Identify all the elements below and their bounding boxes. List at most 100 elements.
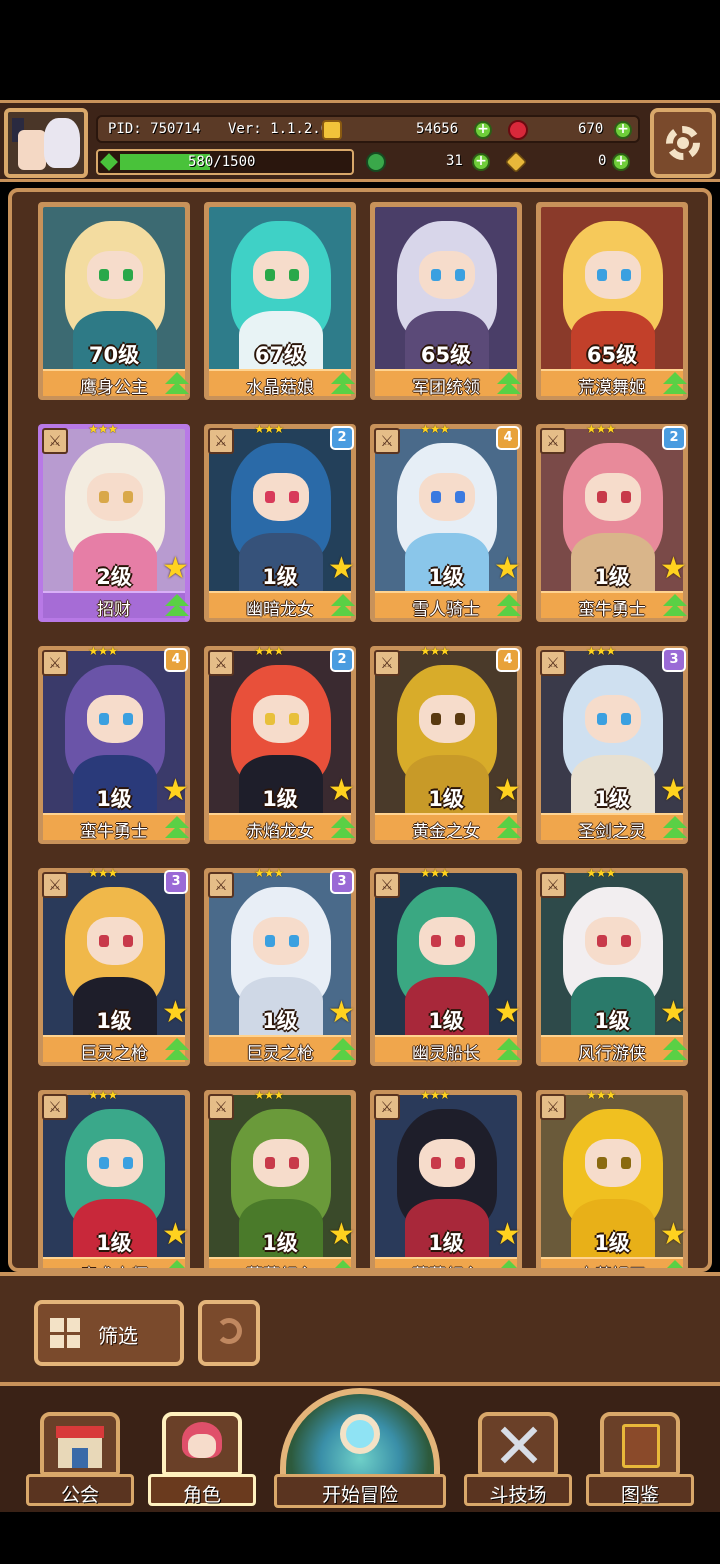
star-icon: ★ — [660, 1217, 687, 1252]
portrait-eye-left — [265, 935, 275, 947]
hero-card[interactable]: 1级 蔷薇领主 ★⚔★★★ — [204, 1088, 356, 1268]
gem-amount: 670 — [578, 121, 604, 137]
hero-card[interactable]: 1级 黄金之女 ★ ⚔ ★★★ 4 — [370, 644, 522, 844]
hero-roster-panel: 70级 鹰身公主 67级 水晶菇娘 65级 军团统领 65级 荒漠舞姬 2级 招… — [8, 188, 712, 1272]
portrait-eye-right — [123, 269, 133, 281]
rarity-stars: ★★★ — [586, 1088, 616, 1102]
star-icon: ★ — [328, 551, 355, 586]
upgrade-arrow-icon[interactable] — [164, 1038, 190, 1066]
refresh-icon — [216, 1318, 242, 1344]
hero-card[interactable]: 1级 幽灵船长 ★ ⚔ ★★★ — [370, 866, 522, 1066]
bottom-nav: 公会 角色 开始冒险 斗技场 图鉴 — [0, 1382, 720, 1512]
nav-arena-plate: 斗技场 — [464, 1474, 572, 1506]
hero-card[interactable]: 1级 蛮牛勇士 ★ ⚔ ★★★ 4 — [38, 644, 190, 844]
hero-card[interactable]: 1级 风行游侠 ★ ⚔ ★★★ — [536, 866, 688, 1066]
star-icon: ★ — [162, 773, 189, 808]
upgrade-arrow-icon[interactable] — [496, 816, 522, 844]
portrait-eye-left — [265, 491, 275, 503]
nav-character[interactable]: 角色 — [148, 1412, 256, 1506]
upgrade-arrow-icon[interactable] — [662, 594, 688, 622]
hero-card[interactable]: 1级 巨灵之枪 ★ ⚔ ★★★ 3 — [204, 866, 356, 1066]
upgrade-arrow-icon[interactable] — [496, 1038, 522, 1066]
portrait-face — [87, 695, 143, 743]
hero-portrait: 65级 — [375, 207, 517, 371]
portrait-eye-left — [597, 1157, 607, 1169]
portrait-face — [419, 695, 475, 743]
add-clover-button[interactable]: + — [472, 153, 490, 171]
upgrade-arrow-icon[interactable] — [164, 816, 190, 844]
hero-portrait: 67级 — [209, 207, 351, 371]
upgrade-arrow-icon[interactable] — [496, 372, 522, 400]
tier-badge: 4 — [496, 426, 520, 450]
settings-button[interactable] — [650, 108, 716, 178]
stamina-row: 580/1500 31 + 0 + — [96, 149, 640, 177]
hero-card[interactable]: 1级 幽暗龙女 ★ ⚔ ★★★ 2 — [204, 422, 356, 622]
portrait-eye-right — [455, 491, 465, 503]
hero-level: 67级 — [254, 343, 306, 367]
portrait-eye-left — [265, 713, 275, 725]
player-avatar[interactable] — [4, 108, 88, 178]
hero-card[interactable]: 70级 鹰身公主 — [38, 202, 190, 400]
portrait-eye-right — [455, 935, 465, 947]
nav-arena[interactable]: 斗技场 — [464, 1412, 572, 1506]
upgrade-arrow-icon[interactable] — [496, 1260, 522, 1268]
hero-card[interactable]: 65级 荒漠舞姬 — [536, 202, 688, 400]
portrait-eye-left — [99, 935, 109, 947]
portrait-eye-right — [455, 713, 465, 725]
hero-level: 65级 — [586, 343, 638, 367]
weapon-class-icon: ⚔ — [208, 1094, 234, 1120]
hero-card[interactable]: 1级 巨灵之枪 ★ ⚔ ★★★ 3 — [38, 866, 190, 1066]
portrait-eye-right — [621, 269, 631, 281]
nav-codex[interactable]: 图鉴 — [586, 1412, 694, 1506]
clover-icon — [366, 152, 386, 172]
upgrade-arrow-icon[interactable] — [330, 816, 356, 844]
hero-card[interactable]: 65级 军团统领 — [370, 202, 522, 400]
refresh-button[interactable] — [198, 1300, 260, 1366]
add-gold-button[interactable]: + — [474, 121, 492, 139]
rarity-stars: ★★★ — [254, 644, 284, 658]
upgrade-arrow-icon[interactable] — [164, 594, 190, 622]
ruby-gem-icon — [508, 120, 528, 140]
upgrade-arrow-icon[interactable] — [662, 1260, 688, 1268]
rarity-stars: ★★★ — [254, 1088, 284, 1102]
hero-card[interactable]: 1级 圣剑之灵 ★ ⚔ ★★★ 3 — [536, 644, 688, 844]
upgrade-arrow-icon[interactable] — [662, 816, 688, 844]
hero-card[interactable]: 2级 招财 ★ ⚔ ★★★ — [38, 422, 190, 622]
weapon-class-icon: ⚔ — [208, 650, 234, 676]
hero-card[interactable]: 1级 赤焰龙女 ★ ⚔ ★★★ 2 — [204, 644, 356, 844]
hero-level: 65级 — [420, 343, 472, 367]
tier-badge: 2 — [330, 426, 354, 450]
hero-card[interactable]: 67级 水晶菇娘 — [204, 202, 356, 400]
portrait-eye-right — [289, 269, 299, 281]
hero-card[interactable]: 1级 蔷薇领主 ★⚔★★★ — [370, 1088, 522, 1268]
player-id: PID: 750714 — [108, 121, 201, 137]
nav-start-adventure[interactable]: 开始冒险 — [270, 1386, 450, 1512]
hero-card[interactable]: 1级 雪人骑士 ★ ⚔ ★★★ 4 — [370, 422, 522, 622]
upgrade-arrow-icon[interactable] — [496, 594, 522, 622]
character-portrait-icon — [162, 1412, 242, 1476]
upgrade-arrow-icon[interactable] — [330, 1260, 356, 1268]
nav-guild[interactable]: 公会 — [26, 1412, 134, 1506]
star-icon: ★ — [494, 1217, 521, 1252]
add-key-button[interactable]: + — [612, 153, 630, 171]
upgrade-arrow-icon[interactable] — [662, 372, 688, 400]
portrait-eye-left — [431, 491, 441, 503]
add-gem-button[interactable]: + — [614, 121, 632, 139]
upgrade-arrow-icon[interactable] — [662, 1038, 688, 1066]
rarity-stars: ★★★ — [254, 422, 284, 436]
hero-card[interactable]: 1级 蛮牛勇士 ★ ⚔ ★★★ 2 — [536, 422, 688, 622]
portrait-face — [87, 473, 143, 521]
portrait-eye-right — [289, 491, 299, 503]
upgrade-arrow-icon[interactable] — [330, 372, 356, 400]
upgrade-arrow-icon[interactable] — [164, 1260, 190, 1268]
portrait-face — [253, 473, 309, 521]
resource-bar: PID: 750714 Ver: 1.1.2.0 54656 + 670 + — [96, 115, 640, 143]
tier-badge: 3 — [164, 870, 188, 894]
upgrade-arrow-icon[interactable] — [330, 594, 356, 622]
hero-card[interactable]: 1级 史莱姆王 ★⚔★★★ — [536, 1088, 688, 1268]
upgrade-arrow-icon[interactable] — [164, 372, 190, 400]
filter-button[interactable]: 筛选 — [34, 1300, 184, 1366]
hero-card[interactable]: 1级 魔术大师 ★⚔★★★ — [38, 1088, 190, 1268]
upgrade-arrow-icon[interactable] — [330, 1038, 356, 1066]
guild-building-icon — [40, 1412, 120, 1476]
